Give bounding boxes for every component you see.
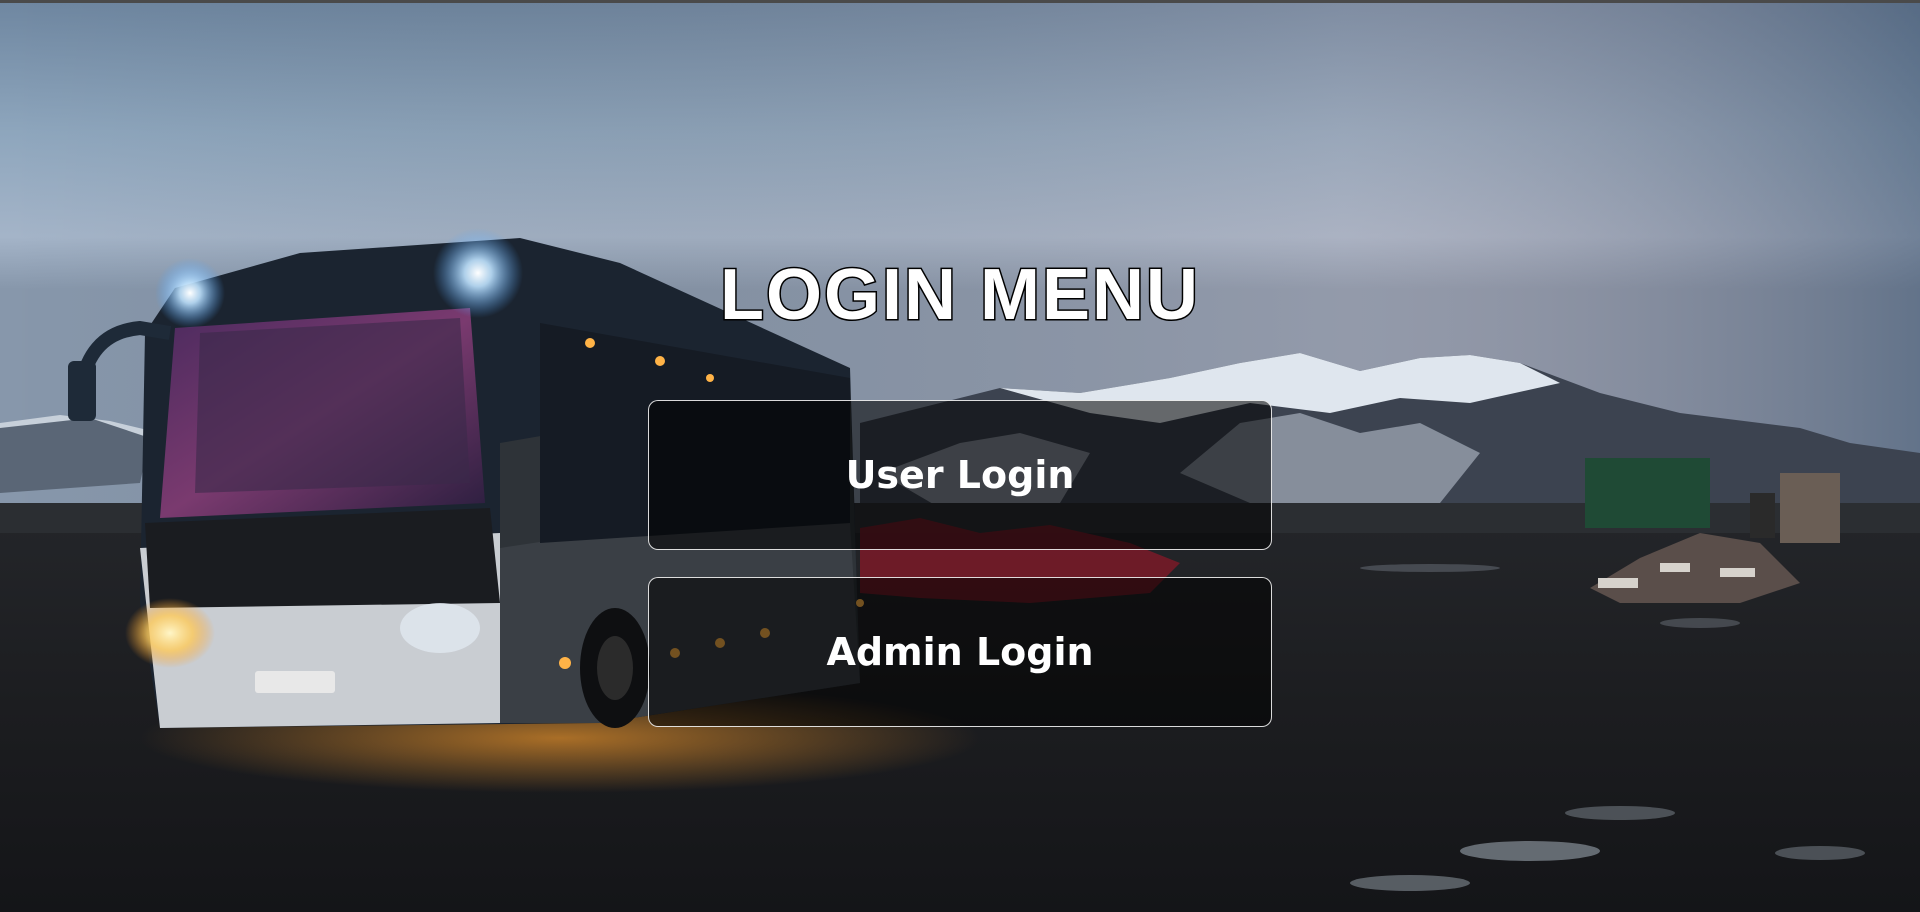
user-login-button[interactable]: User Login bbox=[648, 400, 1272, 550]
admin-login-button[interactable]: Admin Login bbox=[648, 577, 1272, 727]
page-title: LOGIN MENU bbox=[719, 254, 1200, 337]
login-menu-page: LOGIN MENU User Login Admin Login bbox=[0, 0, 1920, 912]
login-overlay: LOGIN MENU User Login Admin Login bbox=[0, 0, 1920, 912]
browser-top-strip bbox=[0, 0, 1920, 3]
